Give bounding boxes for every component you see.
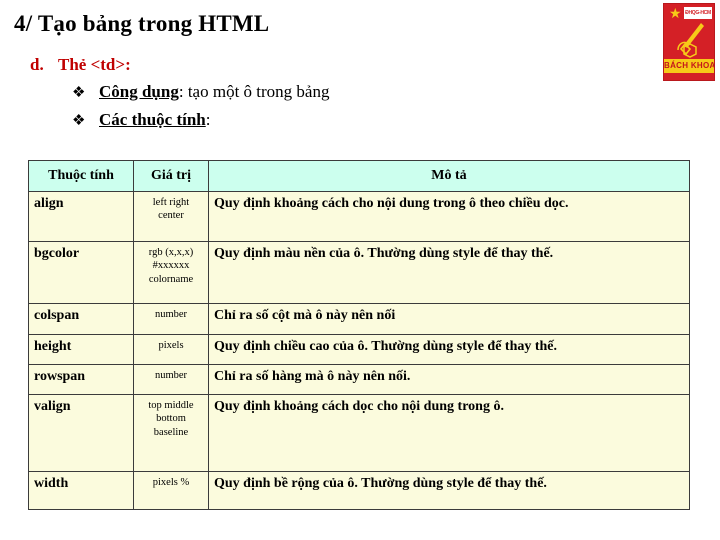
outline-bullet-keyword: Các thuộc tính <box>99 110 206 129</box>
cell-attribute: align <box>28 191 134 242</box>
bach-khoa-logo: ĐHQG-HCM BÁCH KHOA <box>663 3 715 81</box>
outline-bullet-text: : <box>205 110 211 129</box>
table-row: bgcolor rgb (x,x,x) #xxxxxx colorname Qu… <box>28 241 690 304</box>
table-row: width pixels % Quy định bề rộng của ô. T… <box>28 471 690 510</box>
cell-attribute: width <box>28 471 134 510</box>
table-row: rowspan number Chỉ ra số hàng mà ô này n… <box>28 364 690 395</box>
cell-description: Quy định bề rộng của ô. Thường dùng styl… <box>208 471 690 510</box>
table-row: align left right center Quy định khoảng … <box>28 191 690 242</box>
cell-attribute: valign <box>28 394 134 472</box>
outline-level1-label: Thẻ <td>: <box>58 55 131 74</box>
cell-attribute: height <box>28 334 134 365</box>
cell-attribute: colspan <box>28 303 134 335</box>
logo-band-text: BÁCH KHOA <box>664 59 714 73</box>
table-row: height pixels Quy định chiều cao của ô. … <box>28 334 690 365</box>
cell-description: Chỉ ra số hàng mà ô này nên nối. <box>208 364 690 395</box>
diamond-bullet-icon: ❖ <box>72 85 86 101</box>
diamond-bullet-icon: ❖ <box>72 113 86 129</box>
cell-value: number <box>133 364 209 395</box>
column-header-description: Mô tả <box>208 160 690 192</box>
cell-value: rgb (x,x,x) #xxxxxx colorname <box>133 241 209 304</box>
td-attributes-table: Thuộc tính Giá trị Mô tả align left righ… <box>28 160 690 510</box>
column-header-value: Giá trị <box>133 160 209 192</box>
page-title: 4/ Tạo bảng trong HTML <box>14 11 270 36</box>
outline-bullet-cac-thuoc-tinh: ❖ Các thuộc tính: <box>72 106 660 134</box>
cell-description: Quy định khoảng cách cho nội dung trong … <box>208 191 690 242</box>
table-header-row: Thuộc tính Giá trị Mô tả <box>28 160 690 192</box>
cell-description: Quy định khoảng cách dọc cho nội dung tr… <box>208 394 690 472</box>
torch-icon <box>677 23 704 58</box>
table-row: valign top middle bottom baseline Quy đị… <box>28 394 690 472</box>
cell-value: pixels % <box>133 471 209 510</box>
outline-bullet-keyword: Công dụng <box>99 82 179 101</box>
outline-level1-item: d. Thẻ <td>: <box>30 52 660 78</box>
outline-bullet-text: : tạo một ô trong bảng <box>178 82 330 101</box>
column-header-attribute: Thuộc tính <box>28 160 134 192</box>
cell-description: Quy định chiều cao của ô. Thường dùng st… <box>208 334 690 365</box>
logo-university-text: ĐHQG-HCM <box>684 7 712 19</box>
cell-attribute: bgcolor <box>28 241 134 304</box>
cell-description: Quy định màu nền của ô. Thường dùng styl… <box>208 241 690 304</box>
cell-value: left right center <box>133 191 209 242</box>
cell-value: pixels <box>133 334 209 365</box>
table-row: colspan number Chỉ ra số cột mà ô này nê… <box>28 303 690 335</box>
outline-level1-marker: d. <box>30 55 44 74</box>
outline-bullet-cong-dung: ❖ Công dụng: tạo một ô trong bảng <box>72 78 660 106</box>
cell-description: Chỉ ra số cột mà ô này nên nối <box>208 303 690 335</box>
cell-value: top middle bottom baseline <box>133 394 209 472</box>
table-body: align left right center Quy định khoảng … <box>28 191 690 510</box>
slide-outline: d. Thẻ <td>: ❖ Công dụng: tạo một ô trong … <box>0 52 660 134</box>
cell-attribute: rowspan <box>28 364 134 395</box>
cell-value: number <box>133 303 209 335</box>
